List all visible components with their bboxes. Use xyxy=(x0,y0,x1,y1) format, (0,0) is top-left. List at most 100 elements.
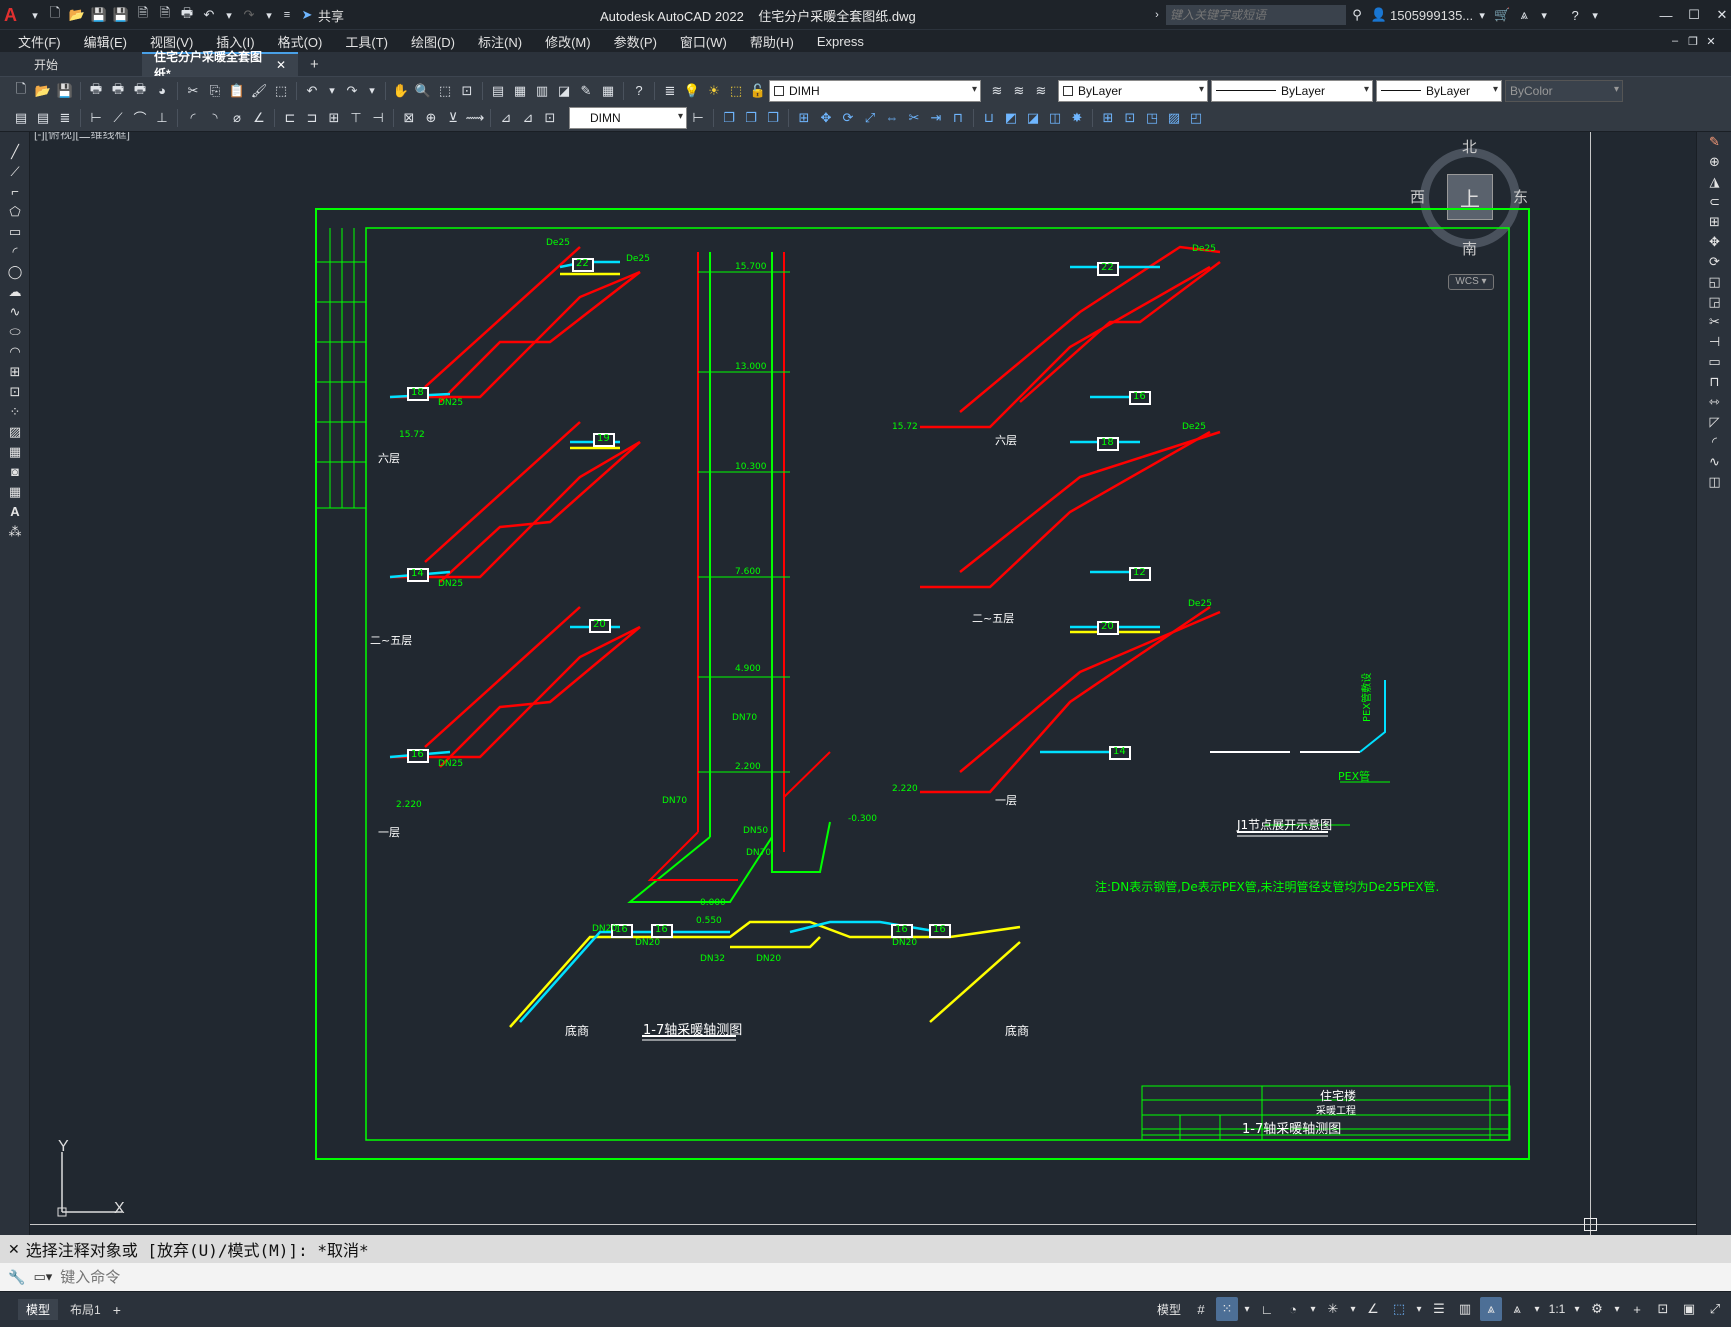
arc-length-icon[interactable]: ⌒ xyxy=(130,108,150,128)
plotstyle-dropdown[interactable]: ByColor ▾ xyxy=(1505,79,1623,102)
menu-help[interactable]: 帮助(H) xyxy=(750,32,794,51)
explode-icon[interactable]: ✸ xyxy=(1067,108,1087,128)
clean-screen-icon[interactable]: ⤢ xyxy=(1704,1297,1726,1321)
menu-window[interactable]: 窗口(W) xyxy=(680,32,727,51)
region-icon[interactable]: ◰ xyxy=(1186,108,1206,128)
recent-commands-icon[interactable]: ▭▾ xyxy=(33,1269,52,1285)
scale-icon[interactable]: ⤢ xyxy=(860,108,880,128)
close-tab-icon[interactable]: ✕ xyxy=(276,58,286,72)
new-tab-button[interactable]: + xyxy=(298,52,331,76)
hardware-acceleration-icon[interactable]: ▣ xyxy=(1678,1297,1700,1321)
user-icon[interactable]: 👤 xyxy=(1369,5,1389,25)
close-button[interactable]: ✕ xyxy=(1709,5,1731,25)
plot-icon[interactable]: 🖶 xyxy=(177,5,197,25)
menu-parameters[interactable]: 参数(P) xyxy=(614,32,657,51)
layer-lock-icon[interactable]: 🔓 xyxy=(748,81,768,101)
menu-edit[interactable]: 编辑(E) xyxy=(84,32,127,51)
redo-icon[interactable]: ↷ xyxy=(342,81,362,101)
close-cmdline-icon[interactable]: ✕ xyxy=(8,1241,20,1258)
hatch-icon[interactable]: ▨ xyxy=(1164,108,1184,128)
snap-icon[interactable]: ⁙ xyxy=(1216,1297,1238,1321)
isolate-icon[interactable]: ⊡ xyxy=(1652,1297,1674,1321)
chevron-down-icon[interactable]: ▾ xyxy=(1474,5,1490,25)
make-block-icon[interactable]: ⊡ xyxy=(0,382,30,402)
dimstyle-dropdown[interactable]: DIMN ▾ xyxy=(569,106,687,129)
chevron-down-icon[interactable]: ▾ xyxy=(1308,1297,1318,1321)
menu-express[interactable]: Express xyxy=(817,34,864,49)
offset-icon[interactable]: ⊂ xyxy=(1697,192,1731,212)
lineweight-icon[interactable]: ☰ xyxy=(1428,1297,1450,1321)
join-icon[interactable]: ⊔ xyxy=(979,108,999,128)
add-icon[interactable]: + xyxy=(1626,1297,1648,1321)
chevron-down-icon[interactable]: ▾ xyxy=(1587,5,1603,25)
chamfer-icon[interactable]: ◩ xyxy=(1001,108,1021,128)
scale-icon[interactable]: ◱ xyxy=(1697,272,1731,292)
linetype-dropdown[interactable]: ByLayer ▾ xyxy=(1211,79,1373,102)
mirror-icon[interactable]: ◮ xyxy=(1697,172,1731,192)
chevron-down-icon[interactable]: ▾ xyxy=(1532,1297,1542,1321)
drawing-canvas[interactable]: [-][俯视][二维线框] 上 北 南 东 西 WCS ▾ Y X 六层 二~五… xyxy=(30,132,1696,1235)
tab-active-drawing[interactable]: 住宅分户采暖全套图纸* ✕ xyxy=(142,50,298,81)
angular-dim-icon[interactable]: ∠ xyxy=(249,108,269,128)
layer-on-icon[interactable]: 💡 xyxy=(682,81,702,101)
arc-icon[interactable]: ◜ xyxy=(0,242,30,262)
chevron-down-icon[interactable]: ▾ xyxy=(1414,1297,1424,1321)
linear-dim-icon[interactable]: ⊢ xyxy=(86,108,106,128)
annotation-visibility-icon[interactable]: ⩓ xyxy=(1480,1297,1502,1321)
ellipse-icon[interactable]: ⬭ xyxy=(0,322,30,342)
quick-dim-icon[interactable]: ⊏ xyxy=(280,108,300,128)
doc-minimize-icon[interactable]: – xyxy=(1667,31,1683,51)
model-space-button[interactable]: 模型 xyxy=(1152,1297,1186,1321)
revcloud-icon[interactable]: ☁ xyxy=(0,282,30,302)
stretch-icon[interactable]: ◲ xyxy=(1697,292,1731,312)
gradient-icon[interactable]: ▦ xyxy=(0,442,30,462)
polygon-icon[interactable]: ⬠ xyxy=(0,202,30,222)
save-icon[interactable]: 💾 xyxy=(89,5,109,25)
fillet-icon[interactable]: ◪ xyxy=(1023,108,1043,128)
move-icon[interactable]: ✥ xyxy=(816,108,836,128)
layer-previous-icon[interactable]: ≋ xyxy=(1009,81,1029,101)
chevron-right-icon[interactable]: › xyxy=(1149,5,1165,25)
point-icon[interactable]: ⁘ xyxy=(0,402,30,422)
mtext-icon[interactable]: A xyxy=(0,502,30,522)
doc-restore-icon[interactable]: ❐ xyxy=(1685,31,1701,51)
layer-thaw-icon[interactable]: ☀ xyxy=(704,81,724,101)
chevron-down-icon[interactable]: ▾ xyxy=(1242,1297,1252,1321)
wrench-icon[interactable]: 🔧 xyxy=(8,1269,25,1286)
tab-start[interactable]: 开始 xyxy=(22,52,142,76)
chevron-down-icon[interactable]: ▾ xyxy=(1348,1297,1358,1321)
chamfer-icon[interactable]: ◸ xyxy=(1697,412,1731,432)
doc-close-icon[interactable]: ✕ xyxy=(1703,31,1719,51)
dim-text-edit-icon[interactable]: ⊿ xyxy=(518,108,538,128)
blend-icon[interactable]: ∿ xyxy=(1697,452,1731,472)
polyline-icon[interactable]: ⌐ xyxy=(0,182,30,202)
share-icon[interactable]: ➤ xyxy=(297,5,317,25)
help-icon[interactable]: ? xyxy=(629,81,649,101)
isodraft-icon[interactable]: ✳ xyxy=(1322,1297,1344,1321)
break-at-point-icon[interactable]: ▭ xyxy=(1697,352,1731,372)
menu-tools[interactable]: 工具(T) xyxy=(345,32,388,51)
jogged-linear-icon[interactable]: ⟿ xyxy=(465,108,485,128)
table-icon[interactable]: ▦ xyxy=(0,482,30,502)
menu-draw[interactable]: 绘图(D) xyxy=(411,32,455,51)
fillet-icon[interactable]: ◜ xyxy=(1697,432,1731,452)
array-icon[interactable]: ⊞ xyxy=(794,108,814,128)
dim-style-icon[interactable]: ⊢ xyxy=(688,108,708,128)
design-center-icon[interactable]: ▦ xyxy=(510,81,530,101)
inspect-icon[interactable]: ⊻ xyxy=(443,108,463,128)
menu-format[interactable]: 格式(O) xyxy=(278,32,323,51)
insert-block-icon[interactable]: ⊞ xyxy=(0,362,30,382)
menu-dimension[interactable]: 标注(N) xyxy=(478,32,522,51)
trim-icon[interactable]: ✂ xyxy=(1697,312,1731,332)
match-properties-icon[interactable]: 🖌 xyxy=(249,81,269,101)
zoom-window-icon[interactable]: ⬚ xyxy=(435,81,455,101)
ordinate-dim-icon[interactable]: ⊥ xyxy=(152,108,172,128)
layer-properties-icon[interactable]: ≣ xyxy=(660,81,680,101)
layers-icon[interactable]: ≣ xyxy=(55,108,75,128)
autodesk-app-icon[interactable]: ⩓ xyxy=(1514,5,1534,25)
minimize-button[interactable]: — xyxy=(1653,5,1679,25)
ellipse-arc-icon[interactable]: ◠ xyxy=(0,342,30,362)
sheet-set-icon[interactable]: ▤ xyxy=(33,108,53,128)
copy-icon[interactable]: ⎘ xyxy=(205,81,225,101)
add-layout-button[interactable]: + xyxy=(113,1302,121,1318)
